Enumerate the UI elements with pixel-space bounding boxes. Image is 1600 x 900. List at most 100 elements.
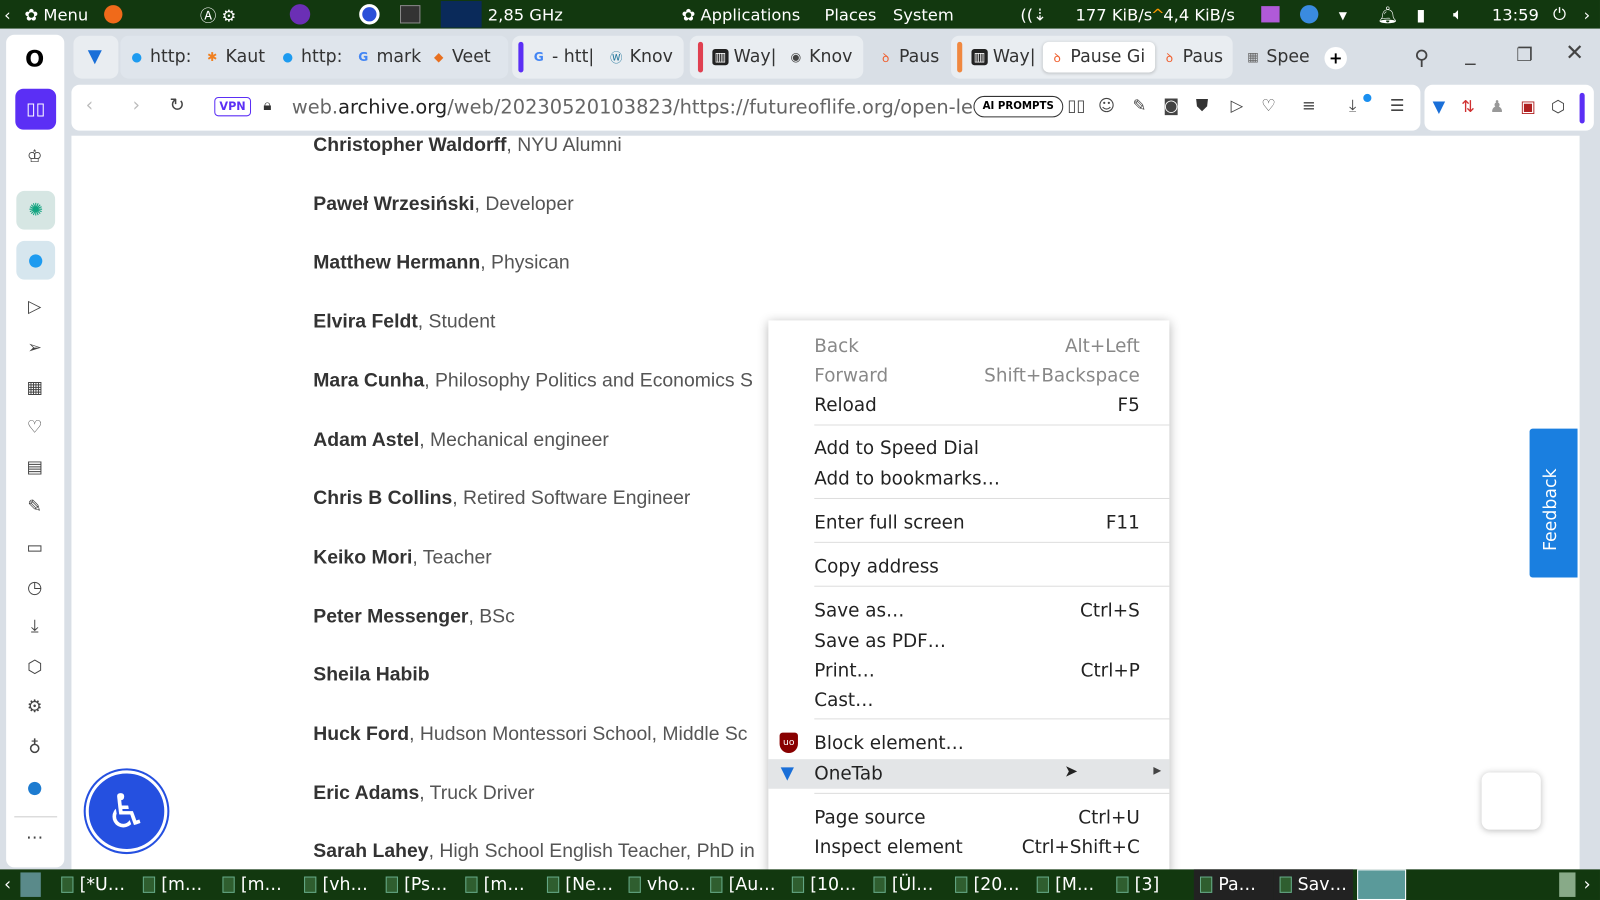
tabs-icon[interactable]: ▭: [20, 534, 49, 563]
calendar-icon[interactable]: ▣: [1520, 97, 1535, 116]
taskbar-window-button[interactable]: Pa…: [1193, 869, 1274, 900]
battery-saver-icon[interactable]: ≡: [1302, 96, 1316, 115]
taskbar-window-button[interactable]: [Ül…: [873, 872, 933, 896]
translate-icon[interactable]: ⇅: [1461, 97, 1475, 116]
settings-icon[interactable]: ⚙: [20, 693, 49, 722]
chat-icon[interactable]: ●: [20, 773, 49, 802]
extensions-icon[interactable]: ⬡: [1551, 97, 1565, 116]
audio-app-icon[interactable]: [1261, 6, 1280, 23]
emoji-icon[interactable]: ☺: [1098, 96, 1115, 115]
tab-active[interactable]: ꝺ Pause Gi: [1042, 41, 1156, 73]
show-desktop-button[interactable]: [20, 872, 41, 897]
menu-button[interactable]: ✿ Menu: [24, 5, 88, 24]
panel-right-arrow[interactable]: ›: [1584, 5, 1591, 24]
places-menu[interactable]: Places: [824, 5, 876, 24]
menu-item-inspect-element[interactable]: Inspect element Ctrl+Shift+C: [768, 833, 1169, 863]
taskbar-window-button[interactable]: [*U…: [61, 872, 125, 896]
twitter-icon[interactable]: ●: [16, 240, 56, 280]
volume-icon[interactable]: 🔈︎: [1453, 4, 1463, 24]
url-input[interactable]: web.archive.org/web/20230520103823/https…: [292, 96, 973, 118]
onetab-icon[interactable]: ▼: [1433, 97, 1446, 116]
taskbar-opera-button[interactable]: [1357, 869, 1407, 900]
taskbar-window-button[interactable]: [10…: [791, 872, 856, 896]
tab[interactable]: ▥ Way|: [712, 42, 779, 73]
menu-item-add-to-speed-dial[interactable]: Add to Speed Dial: [768, 434, 1169, 464]
speed-dial-icon[interactable]: ▦: [20, 373, 49, 402]
extensions-icon[interactable]: ⬡: [20, 653, 49, 682]
downloads-icon[interactable]: ⤓: [1349, 96, 1356, 116]
opera-icon[interactable]: [359, 4, 380, 25]
incognito-icon[interactable]: ♟: [1490, 97, 1505, 116]
tab[interactable]: ◉ Knov: [788, 42, 859, 73]
heart-icon[interactable]: ♡: [20, 413, 49, 442]
terminal-icon[interactable]: [399, 5, 421, 24]
chatgpt-icon[interactable]: ✺: [16, 190, 56, 230]
taskbar-window-button[interactable]: vho…: [628, 872, 696, 896]
news-icon[interactable]: ▤: [20, 453, 49, 482]
menu-item-back[interactable]: Back Alt+Left: [768, 332, 1169, 362]
menu-item-enter-full-screen[interactable]: Enter full screen F11: [768, 508, 1169, 538]
taskbar-right-arrow[interactable]: ›: [1584, 872, 1591, 896]
menu-item-reload[interactable]: Reload F5: [768, 391, 1169, 421]
forward-button[interactable]: ›: [133, 95, 140, 116]
tab[interactable]: ◆ Veet: [431, 42, 502, 73]
menu-item-print[interactable]: Print… Ctrl+P: [768, 656, 1169, 686]
player-icon[interactable]: ▷: [20, 293, 49, 322]
search-tabs-icon[interactable]: ⚲: [1414, 45, 1429, 69]
reader-icon[interactable]: ▯▯: [15, 88, 57, 130]
taskbar-window-button[interactable]: [20…: [955, 872, 1020, 896]
taskbar-window-button[interactable]: [Ps…: [385, 872, 447, 896]
onetab-pinned[interactable]: ▼: [73, 35, 119, 79]
minimize-button[interactable]: _: [1465, 41, 1475, 65]
sidebar-toggle[interactable]: [1579, 92, 1585, 124]
shield-icon[interactable]: ⛊: [1196, 96, 1208, 116]
menu-item-onetab[interactable]: ▼ ▶ ➤ OneTab: [768, 759, 1170, 789]
tab[interactable]: ● http:: [129, 42, 196, 73]
edit-icon[interactable]: ✎: [1133, 96, 1147, 115]
notification-app-icon[interactable]: [1299, 5, 1319, 24]
tab[interactable]: ▦ Spee: [1245, 42, 1312, 73]
downloads-icon[interactable]: ⤓: [20, 612, 49, 641]
more-icon[interactable]: ⋯: [20, 823, 49, 852]
taskbar-window-button[interactable]: [m…: [142, 872, 202, 896]
crown-icon[interactable]: ♔: [20, 143, 49, 172]
menu-item-save-as[interactable]: Save as… Ctrl+S: [768, 596, 1169, 626]
menu-item-save-as-pdf[interactable]: Save as PDF…: [768, 627, 1169, 657]
tor-icon[interactable]: [289, 4, 311, 25]
taskbar-window-button[interactable]: [m…: [465, 872, 525, 896]
taskbar-window-button[interactable]: [Ne…: [546, 872, 613, 896]
back-button[interactable]: ‹: [86, 95, 93, 116]
panel-left-arrow[interactable]: ‹: [4, 5, 11, 24]
tab[interactable]: ✱ Kaut: [204, 42, 271, 73]
opera-logo-icon[interactable]: O: [20, 45, 49, 74]
tab[interactable]: ▥ Way|: [971, 42, 1038, 73]
applications-menu[interactable]: ✿ Applications: [682, 5, 801, 24]
new-tab-button[interactable]: +: [1324, 46, 1347, 70]
send-icon[interactable]: ➢: [20, 334, 49, 363]
menu-item-add-to-bookmarks[interactable]: Add to bookmarks…: [768, 464, 1169, 494]
heart-icon[interactable]: ♡: [1261, 96, 1276, 115]
menu-item-cast[interactable]: Cast…: [768, 686, 1169, 716]
tab[interactable]: Ⓦ Knov: [608, 42, 679, 73]
reader-mode-icon[interactable]: ▯▯: [1067, 96, 1085, 115]
easy-setup-icon[interactable]: ☰: [1390, 96, 1405, 115]
firefox-icon[interactable]: [104, 5, 123, 24]
tab[interactable]: ● http:: [280, 42, 347, 73]
vpn-badge[interactable]: VPN: [214, 96, 251, 117]
menu-item-copy-address[interactable]: Copy address: [768, 552, 1169, 582]
feedback-tab[interactable]: Feedback: [1529, 428, 1578, 578]
wifi-icon[interactable]: ▾: [1339, 5, 1347, 24]
system-menu[interactable]: System: [893, 5, 954, 24]
menu-item-forward[interactable]: Forward Shift+Backspace: [768, 361, 1169, 391]
trash-icon[interactable]: [1559, 872, 1576, 897]
tips-icon[interactable]: ♁: [20, 734, 49, 763]
ai-prompts-button[interactable]: AI PROMPTS: [973, 95, 1064, 118]
accessibility-button[interactable]: ♿︎: [85, 770, 168, 853]
taskbar-window-button[interactable]: [M…: [1036, 872, 1094, 896]
bell-icon[interactable]: 🔔︎: [1378, 5, 1399, 24]
history-icon[interactable]: ◷: [20, 573, 49, 602]
camera-icon[interactable]: ◙: [1163, 96, 1179, 115]
taskbar-window-button[interactable]: [3]: [1116, 872, 1159, 896]
close-button[interactable]: ✕: [1565, 41, 1584, 67]
taskbar-window-button[interactable]: [m…: [222, 872, 282, 896]
